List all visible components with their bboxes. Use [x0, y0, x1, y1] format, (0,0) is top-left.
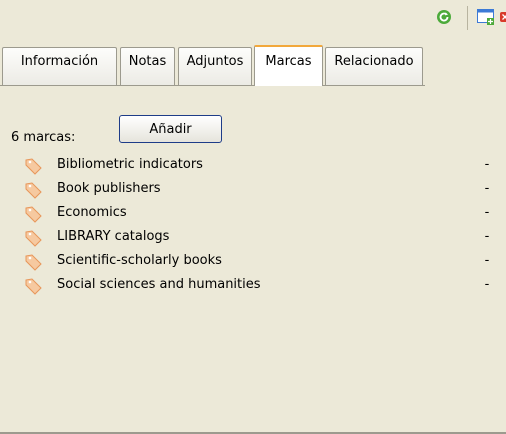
tag-row[interactable]: Scientific-scholarly books -: [25, 252, 495, 274]
tag-row[interactable]: Social sciences and humanities -: [25, 276, 495, 298]
tab-notas[interactable]: Notas: [120, 47, 175, 85]
tag-row[interactable]: Bibliometric indicators -: [25, 156, 495, 178]
tag-icon: [25, 157, 43, 175]
add-tag-button[interactable]: Añadir: [119, 115, 222, 143]
tag-icon: [25, 253, 43, 271]
tab-informacion[interactable]: Información: [2, 47, 117, 85]
tab-label: Relacionado: [334, 54, 414, 69]
tag-count-label: 6 marcas:: [11, 130, 76, 145]
tab-label: Adjuntos: [186, 54, 244, 69]
tab-adjuntos[interactable]: Adjuntos: [178, 47, 252, 85]
tab-label: Marcas: [265, 54, 312, 69]
tab-label: Notas: [128, 54, 167, 69]
tag-icon: [25, 181, 43, 199]
tag-row[interactable]: Book publishers -: [25, 180, 495, 202]
close-icon[interactable]: [500, 8, 506, 26]
tag-label[interactable]: LIBRARY catalogs: [57, 229, 169, 244]
tag-row[interactable]: Economics -: [25, 204, 495, 226]
remove-tag-button[interactable]: -: [482, 205, 492, 220]
toolbar: [0, 0, 506, 47]
tag-label[interactable]: Scientific-scholarly books: [57, 253, 222, 268]
tag-row[interactable]: LIBRARY catalogs -: [25, 228, 495, 250]
tag-icon: [25, 229, 43, 247]
tag-icon: [25, 205, 43, 223]
tag-label[interactable]: Book publishers: [57, 181, 161, 196]
item-pane: Información Notas Adjuntos Marcas Relaci…: [0, 0, 506, 434]
tab-marcas[interactable]: Marcas: [254, 45, 323, 86]
tag-icon: [25, 277, 43, 295]
remove-tag-button[interactable]: -: [482, 253, 492, 268]
tag-label[interactable]: Economics: [57, 205, 127, 220]
toolbar-separator: [467, 6, 468, 30]
tag-label[interactable]: Social sciences and humanities: [57, 277, 261, 292]
remove-tag-button[interactable]: -: [482, 181, 492, 196]
tag-label[interactable]: Bibliometric indicators: [57, 157, 203, 172]
remove-tag-button[interactable]: -: [482, 277, 492, 292]
remove-tag-button[interactable]: -: [482, 157, 492, 172]
remove-tag-button[interactable]: -: [482, 229, 492, 244]
refresh-icon[interactable]: [435, 8, 453, 26]
tab-relacionado[interactable]: Relacionado: [325, 47, 423, 85]
tab-label: Información: [20, 54, 99, 69]
new-window-icon[interactable]: [477, 8, 495, 26]
